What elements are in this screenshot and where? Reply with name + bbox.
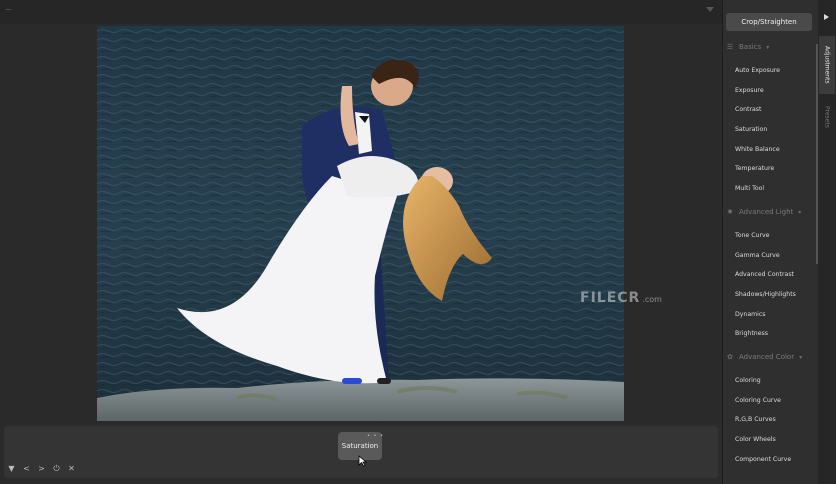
top-bar-label: ~ <box>5 5 12 14</box>
item-coloring[interactable]: Coloring <box>735 377 761 384</box>
watermark-text: FILECR <box>580 290 641 306</box>
tab-adjustments[interactable]: Adjustments <box>819 36 835 94</box>
item-white-balance[interactable]: White Balance <box>735 146 780 153</box>
playback-controls: ▼ < > ⏻ ✕ <box>7 464 76 474</box>
top-bar: ~ <box>0 0 722 24</box>
item-shadows-highlights[interactable]: Shadows/Highlights <box>735 291 796 298</box>
tool-options-icon[interactable]: • • • <box>367 433 384 439</box>
item-auto-exposure[interactable]: Auto Exposure <box>735 67 780 74</box>
chevron-down-icon: ▾ <box>798 208 802 216</box>
power-icon[interactable]: ⏻ <box>52 464 61 474</box>
item-saturation[interactable]: Saturation <box>735 126 767 133</box>
mouse-cursor-icon <box>358 455 367 467</box>
sliders-icon: ☰ <box>726 43 734 51</box>
section-title: Advanced Light <box>739 208 794 216</box>
section-advanced-light[interactable]: ✹ Advanced Light ▾ <box>726 208 801 216</box>
item-rgb-curves[interactable]: R,G,B Curves <box>735 416 776 423</box>
previous-icon[interactable]: < <box>22 464 31 474</box>
item-tone-curve[interactable]: Tone Curve <box>735 232 769 239</box>
collapse-down-icon[interactable]: ▼ <box>7 464 16 474</box>
section-advanced-color[interactable]: ✿ Advanced Color ▾ <box>726 353 802 361</box>
item-advanced-contrast[interactable]: Advanced Contrast <box>735 271 794 278</box>
chevron-down-icon: ▾ <box>766 43 770 51</box>
item-color-wheels[interactable]: Color Wheels <box>735 436 776 443</box>
item-temperature[interactable]: Temperature <box>735 165 774 172</box>
item-exposure[interactable]: Exposure <box>735 87 764 94</box>
chevron-down-icon: ▾ <box>799 353 803 361</box>
item-contrast[interactable]: Contrast <box>735 106 761 113</box>
section-title: Basics <box>739 43 762 51</box>
item-coloring-curve[interactable]: Coloring Curve <box>735 397 781 404</box>
sun-icon: ✹ <box>727 208 733 216</box>
section-basics[interactable]: ☰ Basics ▾ <box>726 43 769 51</box>
photo-preview[interactable] <box>97 26 624 421</box>
item-multi-tool[interactable]: Multi Tool <box>735 185 764 192</box>
watermark-domain: .com <box>642 295 662 304</box>
next-icon[interactable]: > <box>37 464 46 474</box>
top-bar-dropdown-icon[interactable] <box>706 7 714 12</box>
item-gamma-curve[interactable]: Gamma Curve <box>735 252 780 259</box>
watermark-logo: FILECR .com <box>580 290 662 306</box>
item-dynamics[interactable]: Dynamics <box>735 311 766 318</box>
crop-straighten-button[interactable]: Crop/Straighten <box>726 13 812 31</box>
tab-presets[interactable]: Presets <box>819 98 835 136</box>
close-icon[interactable]: ✕ <box>67 464 76 474</box>
palette-icon: ✿ <box>727 353 733 361</box>
collapse-panel-icon[interactable] <box>824 14 829 20</box>
wedding-photo <box>97 26 624 421</box>
section-title: Advanced Color <box>739 353 795 361</box>
item-component-curve[interactable]: Component Curve <box>735 456 791 463</box>
item-brightness[interactable]: Brightness <box>735 330 768 337</box>
